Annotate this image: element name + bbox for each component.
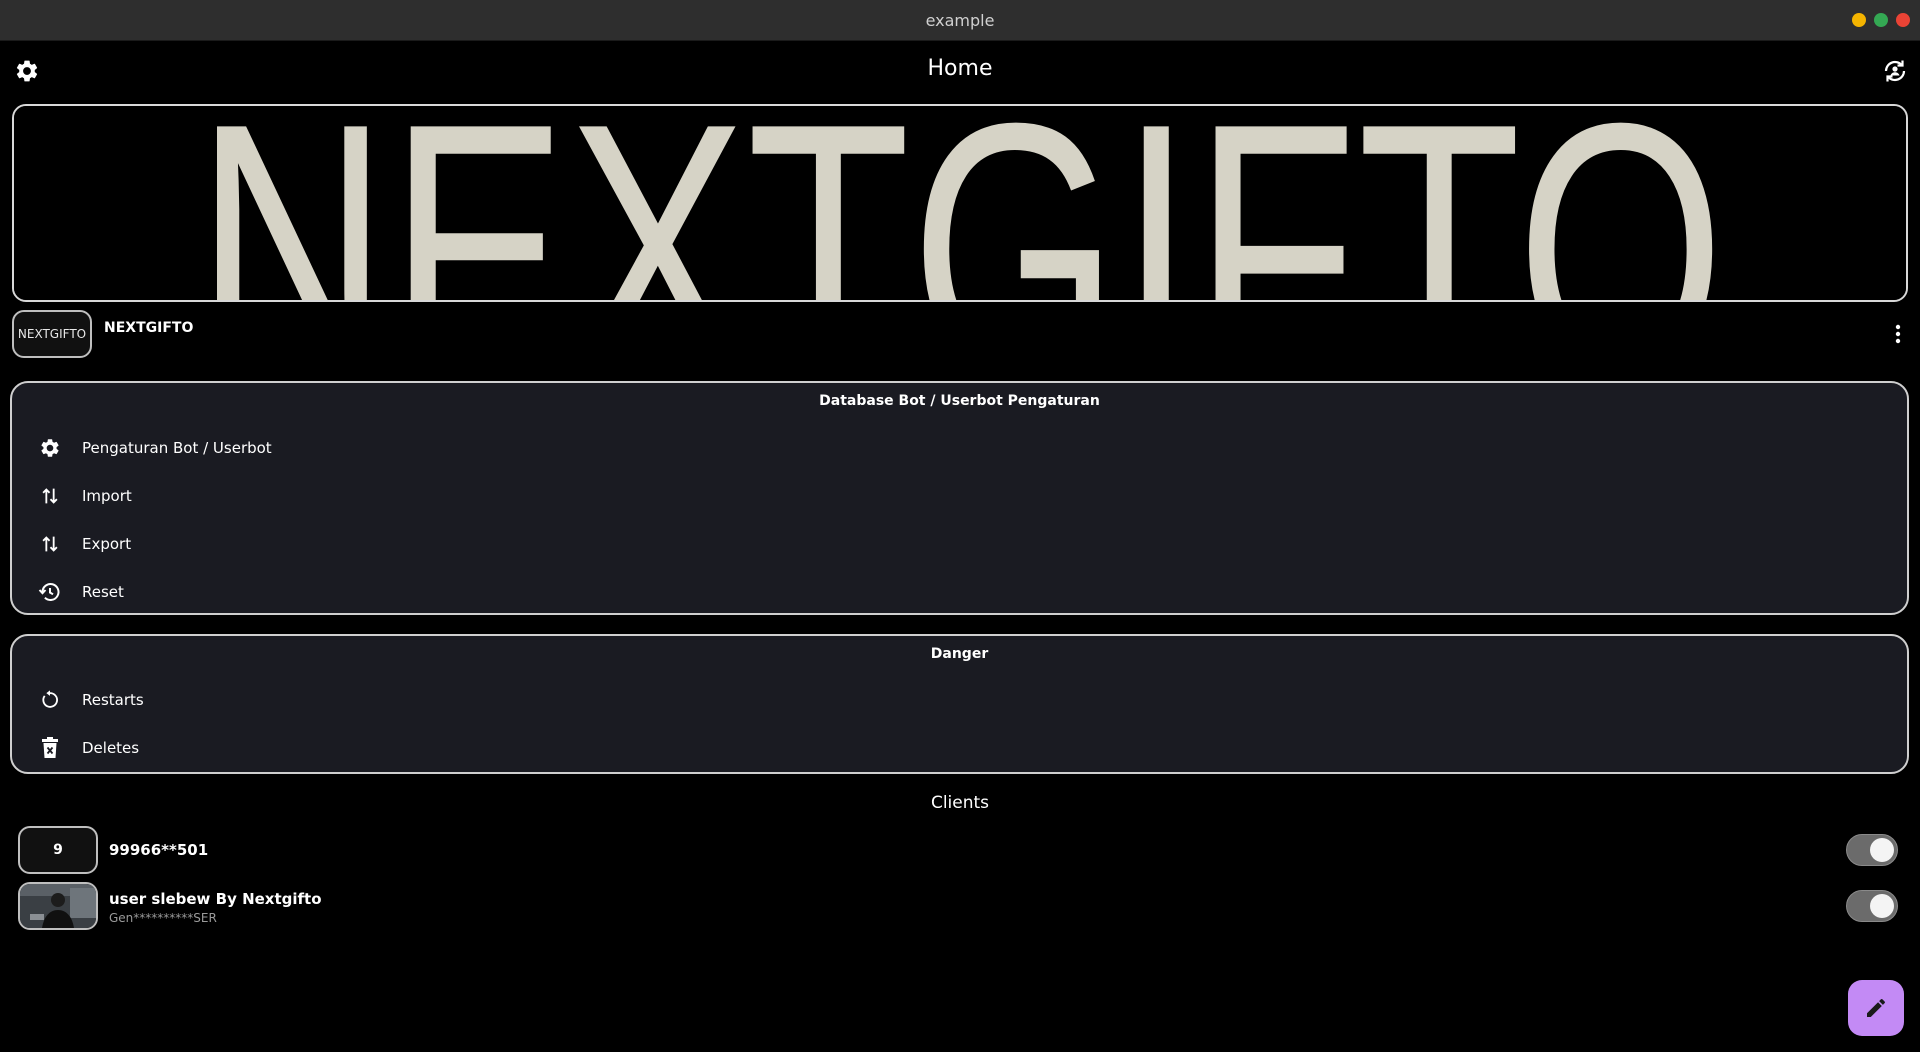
window-controls <box>1852 13 1910 27</box>
refresh-account-button[interactable] <box>1880 56 1910 86</box>
banner-logo-image: NEXTGIFTO <box>14 106 1906 300</box>
app-bar: Home <box>0 42 1920 100</box>
profile-banner: NEXTGIFTO <box>12 104 1908 302</box>
danger-card: Danger Restarts Deletes <box>10 634 1909 774</box>
client-name: 99966**501 <box>109 841 209 859</box>
minimize-button[interactable] <box>1852 13 1866 27</box>
pencil-icon <box>1867 998 1886 1017</box>
menu-item-label: Pengaturan Bot / Userbot <box>82 439 272 457</box>
menu-item-reset[interactable]: Reset <box>12 570 1907 614</box>
profile-row: NEXTGIFTO NEXTGIFTO <box>12 310 1912 360</box>
card-title: Danger <box>930 646 989 662</box>
toggle-knob <box>1870 894 1894 918</box>
card-title: Database Bot / Userbot Pengaturan <box>819 393 1100 409</box>
client-row[interactable]: 9 99966**501 <box>18 826 1898 874</box>
avatar: 9 <box>18 826 98 874</box>
menu-item-export[interactable]: Export <box>12 522 1907 566</box>
client-toggle[interactable] <box>1846 890 1898 922</box>
clients-title: Clients <box>930 793 990 813</box>
client-toggle[interactable] <box>1846 834 1898 866</box>
client-subtitle: Gen**********SER <box>109 911 217 925</box>
restart-icon <box>38 688 62 712</box>
page-title: Home <box>927 56 993 81</box>
menu-item-label: Deletes <box>82 739 140 757</box>
profile-name: NEXTGIFTO <box>104 320 194 336</box>
window-title: example <box>925 10 995 30</box>
more-options-button[interactable] <box>1884 320 1912 348</box>
database-settings-card: Database Bot / Userbot Pengaturan Pengat… <box>10 381 1909 615</box>
refresh-account-icon <box>1884 60 1906 82</box>
menu-item-label: Restarts <box>82 691 144 709</box>
more-vertical-icon <box>1895 324 1901 344</box>
history-icon <box>38 580 62 604</box>
menu-item-label: Reset <box>82 583 124 601</box>
trash-icon <box>38 736 62 760</box>
menu-item-deletes[interactable]: Deletes <box>12 726 1907 770</box>
menu-item-restarts[interactable]: Restarts <box>12 678 1907 722</box>
menu-item-label: Export <box>82 535 132 553</box>
close-button[interactable] <box>1896 13 1910 27</box>
avatar[interactable]: NEXTGIFTO <box>12 310 92 358</box>
user-photo-icon <box>20 884 96 928</box>
toggle-knob <box>1870 838 1894 862</box>
menu-item-bot-settings[interactable]: Pengaturan Bot / Userbot <box>12 426 1907 470</box>
banner-text: NEXTGIFTO <box>195 106 1725 300</box>
avatar <box>18 882 98 930</box>
menu-item-label: Import <box>82 487 132 505</box>
swap-vertical-icon <box>38 532 62 556</box>
client-name: user slebew By Nextgifto <box>109 890 322 908</box>
window-titlebar: example <box>0 0 1920 41</box>
swap-vertical-icon <box>38 484 62 508</box>
maximize-button[interactable] <box>1874 13 1888 27</box>
gear-icon <box>38 436 62 460</box>
menu-item-import[interactable]: Import <box>12 474 1907 518</box>
edit-fab-button[interactable] <box>1848 980 1904 1036</box>
client-row[interactable]: user slebew By Nextgifto Gen**********SE… <box>18 882 1898 930</box>
